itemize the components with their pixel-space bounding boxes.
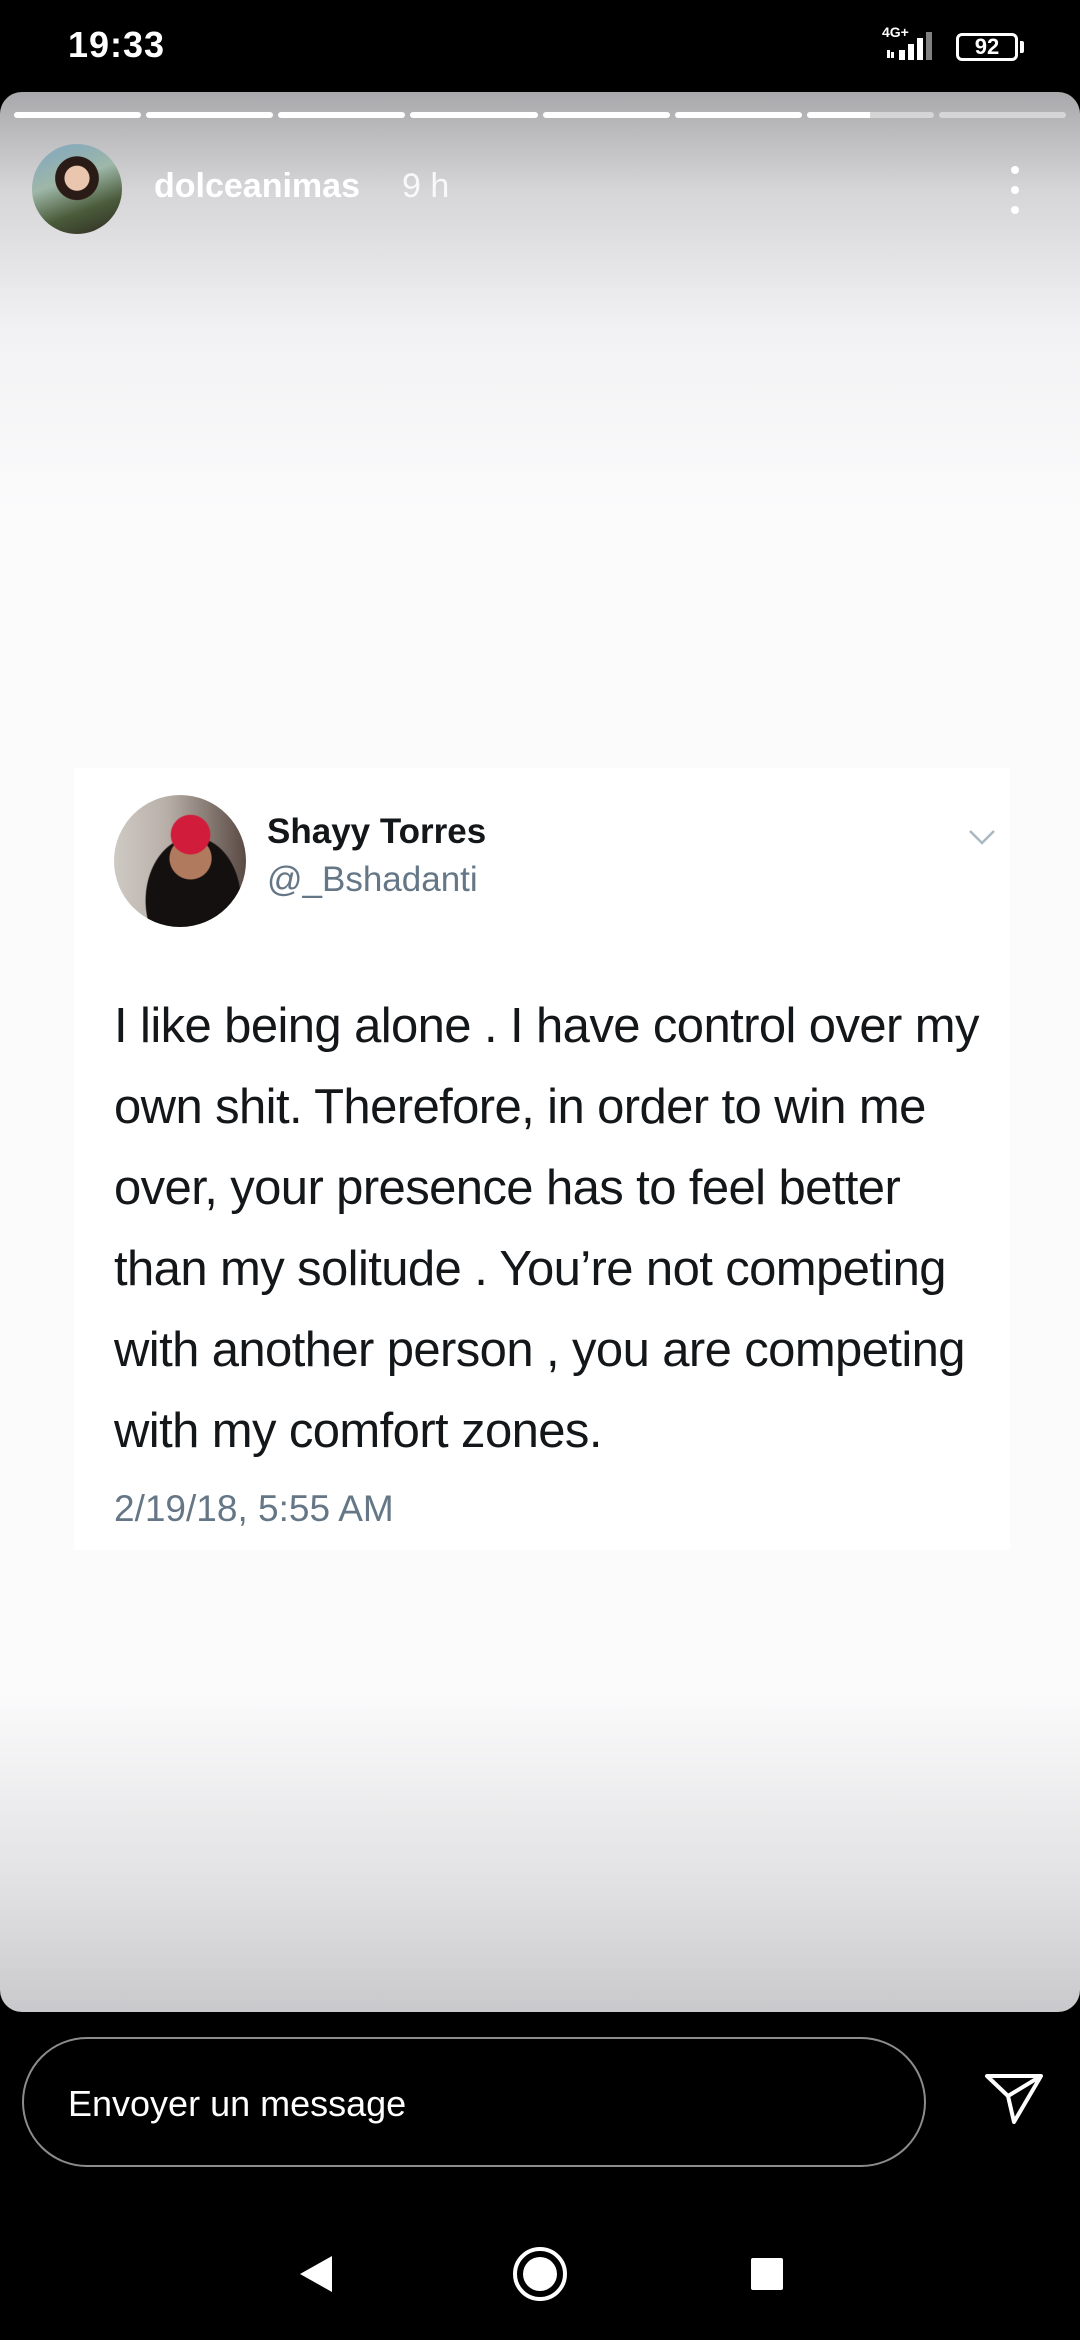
- story-progress-fill: [14, 112, 142, 118]
- story-view[interactable]: dolceanimas 9 h Shayy Torres @_Bshadanti…: [0, 92, 1080, 2012]
- story-progress-segment: [806, 112, 934, 118]
- story-progress-segment: [938, 112, 1066, 118]
- back-icon[interactable]: [298, 2254, 334, 2294]
- more-vertical-icon[interactable]: [1000, 160, 1030, 220]
- chevron-down-icon: [969, 830, 995, 845]
- story-progress-segment: [674, 112, 802, 118]
- story-progress-segment: [278, 112, 406, 118]
- story-progress-fill: [674, 112, 802, 118]
- home-icon[interactable]: [512, 2246, 568, 2302]
- story-username[interactable]: dolceanimas: [154, 167, 360, 206]
- recents-icon[interactable]: [751, 2258, 783, 2290]
- tweet-card: Shayy Torres @_Bshadanti I like being al…: [74, 768, 1010, 1550]
- message-input-placeholder: Envoyer un message: [68, 2083, 407, 2124]
- story-progress-fill: [410, 112, 538, 118]
- status-time: 19:33: [68, 24, 166, 65]
- story-progress-fill: [806, 112, 871, 118]
- signal-icon: [887, 32, 932, 60]
- tweet-date: 2/19/18, 5:55 AM: [114, 1488, 394, 1529]
- battery-icon: 92: [956, 33, 1018, 61]
- story-progress-segment: [14, 112, 142, 118]
- tweet-author-avatar: [114, 795, 246, 927]
- story-progress-bar: [14, 112, 1066, 118]
- story-progress-segment: [542, 112, 670, 118]
- message-input[interactable]: Envoyer un message: [22, 2037, 926, 2167]
- story-author-avatar[interactable]: [32, 144, 122, 234]
- send-icon[interactable]: [984, 2072, 1044, 2126]
- tweet-author-name: Shayy Torres: [267, 812, 487, 851]
- story-progress-segment: [410, 112, 538, 118]
- tweet-text: I like being alone . I have control over…: [114, 999, 979, 1458]
- story-progress-fill: [542, 112, 670, 118]
- battery-level: 92: [974, 34, 1000, 59]
- tweet-author-handle: @_Bshadanti: [267, 860, 478, 899]
- story-progress-fill: [278, 112, 406, 118]
- battery-tip: [1020, 41, 1024, 53]
- story-time-ago: 9 h: [402, 167, 450, 205]
- story-progress-fill: [146, 112, 274, 118]
- story-progress-segment: [146, 112, 274, 118]
- status-bar: 19:33 4G+ 92: [0, 0, 1080, 92]
